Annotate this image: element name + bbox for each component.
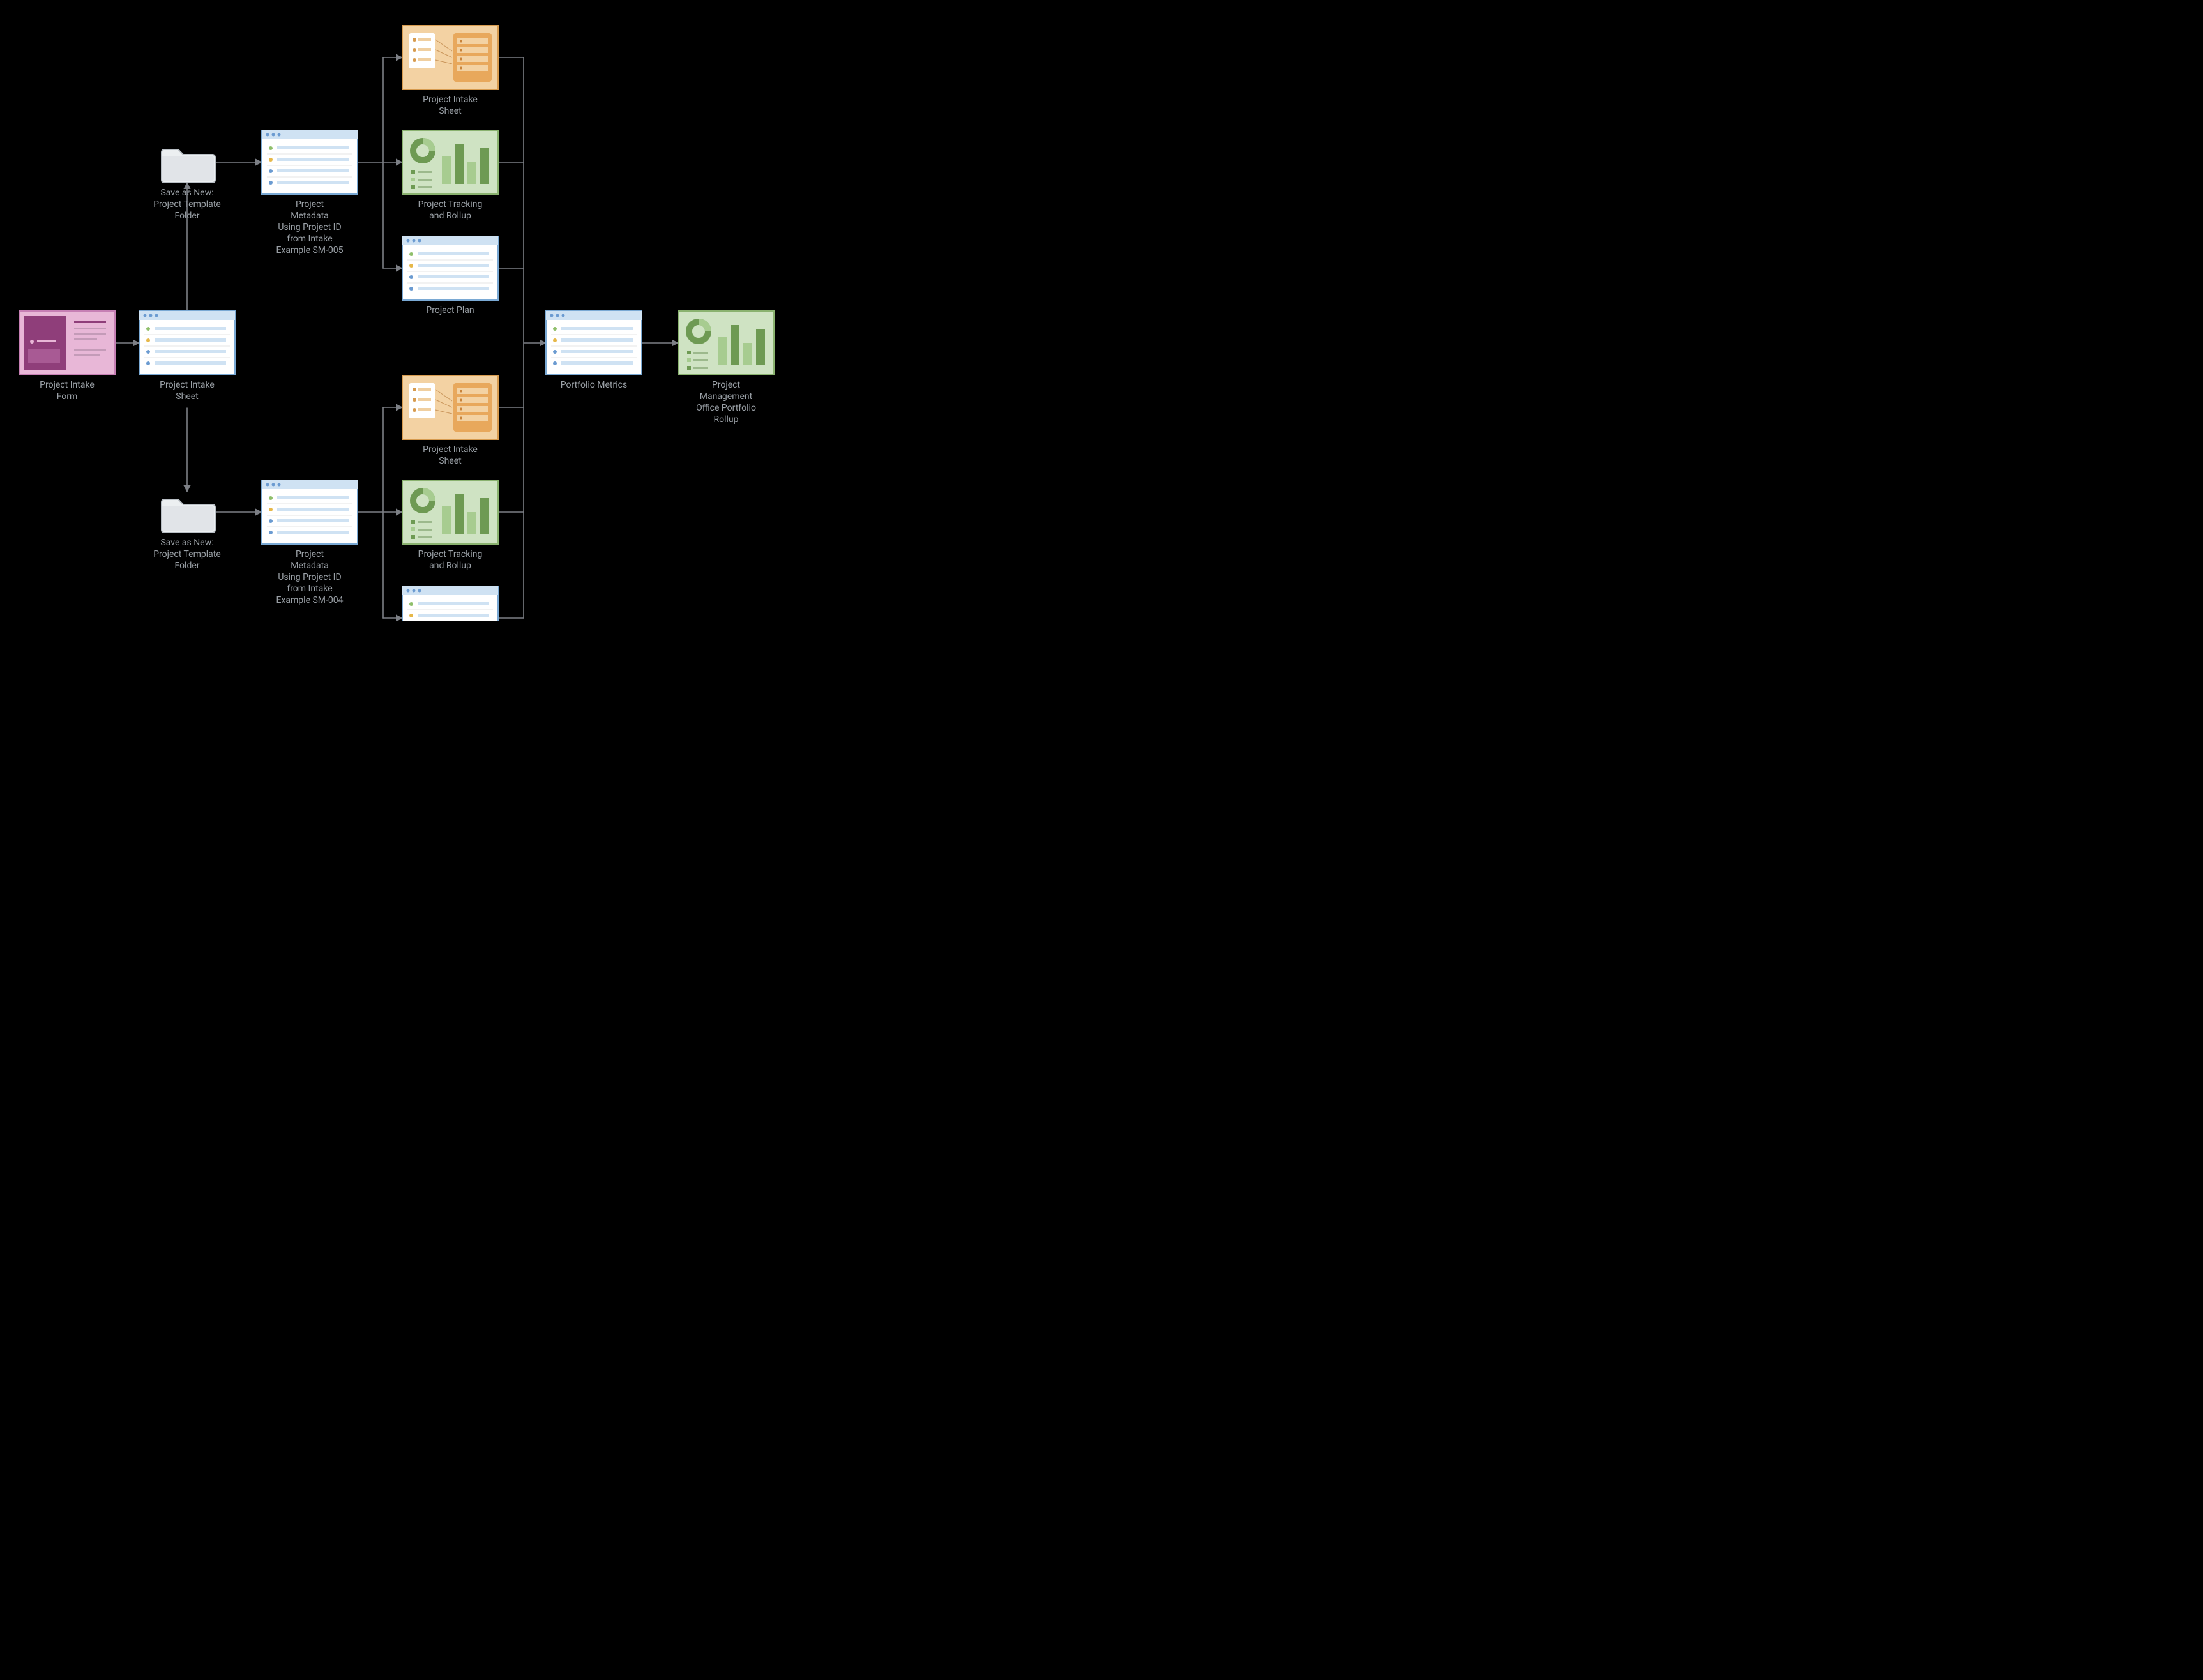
project-metadata-bottom-label: Example SM-004: [276, 595, 344, 605]
project-tracking-bottom-label: and Rollup: [429, 561, 471, 571]
project-tracking-top-label: Project Tracking: [418, 199, 483, 209]
project-intake-sheet-bottom-label: Sheet: [439, 456, 462, 466]
project-metadata-bottom-label: Metadata: [291, 561, 329, 571]
pmo-portfolio-rollup-label: Management: [700, 391, 753, 402]
project-intake-sheet-top-label: Project Intake: [423, 95, 478, 105]
project-metadata-top-label: Using Project ID: [278, 222, 341, 232]
project-intake-sheet-main-label: Sheet: [176, 391, 199, 402]
project-metadata-bottom-label: Project: [296, 549, 324, 559]
project-metadata-bottom-label: Using Project ID: [278, 572, 341, 582]
project-intake-sheet-bottom-label: Project Intake: [423, 444, 478, 455]
project-metadata-bottom-label: from Intake: [287, 584, 332, 594]
template-folder-top-label: Folder: [174, 211, 199, 221]
portfolio-metrics: Portfolio Metrics: [546, 311, 642, 390]
pmo-portfolio-rollup-label: Project: [712, 380, 741, 390]
template-folder-top-label: Save as New:: [160, 188, 213, 198]
template-folder-top-label: Project Template: [153, 199, 221, 209]
project-intake-sheet-main-label: Project Intake: [160, 380, 215, 390]
project-plan-bottom: Project Plan: [402, 586, 498, 621]
project-tracking-bottom: Project Tracking and Rollup: [402, 480, 498, 571]
project-tracking-top-label: and Rollup: [429, 211, 471, 221]
project-metadata-top: Project MetadataUsing Project ID from Inta…: [262, 130, 358, 255]
project-metadata-top-label: Example SM-005: [276, 245, 344, 255]
project-metadata-top-label: from Intake: [287, 234, 332, 244]
project-metadata-top-label: Project: [296, 199, 324, 209]
project-intake-form-label: Form: [57, 391, 78, 402]
template-folder-bottom-label: Folder: [174, 561, 199, 571]
template-folder-bottom-label: Project Template: [153, 549, 221, 559]
template-folder-bottom-label: Save as New:: [160, 538, 213, 548]
project-plan-top-label: Project Plan: [426, 305, 474, 315]
portfolio-metrics-label: Portfolio Metrics: [561, 380, 627, 390]
project-intake-sheet-bottom: Project IntakeSheet: [402, 375, 498, 466]
template-folder-bottom: Save as New:Project Template Folder: [153, 499, 221, 571]
pmo-portfolio-rollup-label: Rollup: [714, 414, 739, 425]
project-intake-sheet-main: Project IntakeSheet: [139, 311, 235, 402]
project-intake-form: Project IntakeForm: [19, 311, 115, 402]
pmo-portfolio-rollup-label: Office Portfolio: [696, 403, 756, 413]
project-metadata-bottom: Project MetadataUsing Project ID from Inta…: [262, 480, 358, 605]
pmo-portfolio-rollup: ProjectManagementOffice PortfolioRollup: [678, 311, 774, 425]
project-tracking-top: Project Tracking and Rollup: [402, 130, 498, 221]
project-plan-top: Project Plan: [402, 236, 498, 315]
project-intake-sheet-top: Project IntakeSheet: [402, 26, 498, 116]
project-intake-sheet-top-label: Sheet: [439, 106, 462, 116]
project-metadata-top-label: Metadata: [291, 211, 329, 221]
project-intake-form-label: Project Intake: [40, 380, 95, 390]
project-tracking-bottom-label: Project Tracking: [418, 549, 483, 559]
